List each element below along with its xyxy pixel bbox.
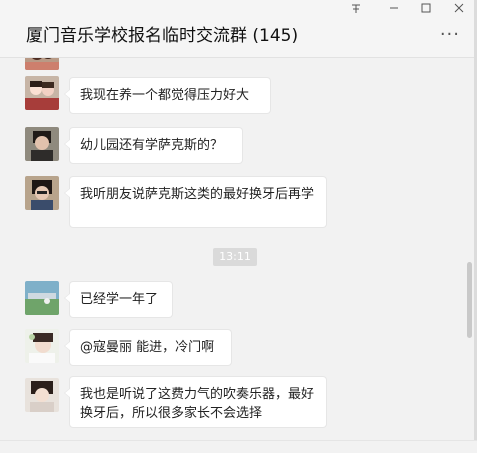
avatar[interactable] [25,58,59,70]
minimize-icon[interactable] [380,0,408,20]
message-text: 已经学一年了 [80,292,159,307]
message-bubble[interactable]: 我听朋友说萨克斯这类的最好换牙后再学 [64,176,327,228]
chat-header: 厦门音乐学校报名临时交流群 (145) ··· [0,0,477,58]
chat-messages[interactable]: 我现在养一个都觉得压力好大 幼儿园还有学萨克斯的？ 我听朋友说萨克斯这类的最好换… [0,58,463,440]
chat-scrollbar[interactable] [467,262,472,338]
close-icon[interactable] [445,0,473,20]
message-text: 我现在养一个都觉得压力好大 [80,88,250,103]
message-text: @寇曼丽 能进，冷门啊 [80,340,215,355]
message-bubble[interactable]: @寇曼丽 能进，冷门啊 [64,329,232,366]
avatar[interactable] [25,176,59,210]
input-area-edge[interactable] [0,440,477,453]
pin-icon[interactable] [342,0,370,20]
avatar[interactable] [25,127,59,161]
message-bubble[interactable]: 我也是听说了这费力气的吹奏乐器，最好换牙后，所以很多家长不会选择 [64,376,327,428]
timestamp: 13:11 [213,248,257,266]
message-bubble[interactable]: 幼儿园还有学萨克斯的？ [64,127,243,164]
avatar[interactable] [25,281,59,315]
avatar[interactable] [25,329,59,363]
avatar[interactable] [25,76,59,110]
message-text: 幼儿园还有学萨克斯的？ [80,138,224,153]
message-text: 我听朋友说萨克斯这类的最好换牙后再学 [80,187,315,202]
more-options-icon[interactable]: ··· [440,24,460,45]
maximize-icon[interactable] [412,0,440,20]
avatar[interactable] [25,378,59,412]
message-bubble[interactable]: 已经学一年了 [64,281,173,318]
message-text: 我也是听说了这费力气的吹奏乐器，最好换牙后，所以很多家长不会选择 [80,387,315,421]
message-bubble[interactable]: 我现在养一个都觉得压力好大 [64,77,271,114]
chat-title: 厦门音乐学校报名临时交流群 (145) [26,26,299,46]
